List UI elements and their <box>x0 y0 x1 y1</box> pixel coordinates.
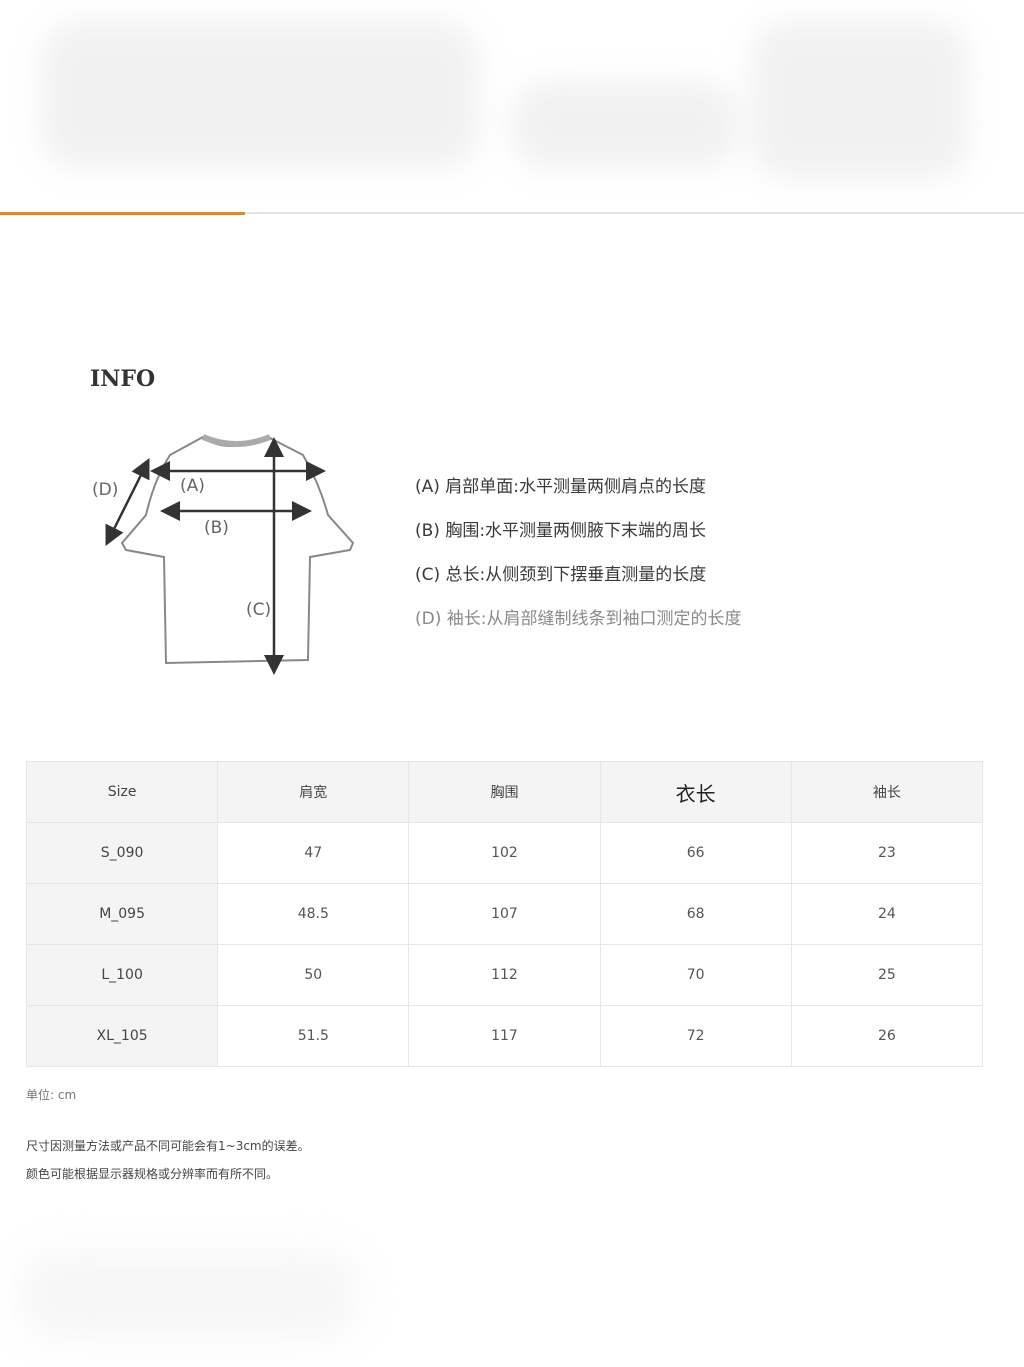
divider-accent <box>0 212 245 215</box>
shoulder-value: 50 <box>217 944 410 1006</box>
size-label: XL_105 <box>25 1005 219 1067</box>
shoulder-value: 51.5 <box>217 1005 410 1067</box>
size-table: Size 肩宽 胸围 衣长 袖长 S_090 47 102 66 23 M_09… <box>25 761 984 1067</box>
tshirt-collar <box>201 434 272 447</box>
length-value: 72 <box>599 1005 792 1067</box>
chest-value: 112 <box>408 944 601 1006</box>
table-row: M_095 48.5 107 68 24 <box>25 883 984 945</box>
sleeve-value: 25 <box>790 944 984 1006</box>
header-size: Size <box>25 761 219 823</box>
info-title: INFO <box>90 366 156 392</box>
label-a: (A) <box>180 476 205 496</box>
length-value: 66 <box>599 822 792 884</box>
chest-value: 107 <box>408 883 601 945</box>
shoulder-value: 48.5 <box>217 883 410 945</box>
measurement-note: 尺寸因测量方法或产品不同可能会有1~3cm的误差。 <box>26 1139 310 1153</box>
unit-note: 单位: cm <box>26 1088 77 1102</box>
table-row: S_090 47 102 66 23 <box>25 822 984 884</box>
chest-value: 102 <box>408 822 601 884</box>
measurement-legend: (A) 肩部单面:水平测量两侧肩点的长度 (B) 胸围:水平测量两侧腋下末端的周… <box>415 472 742 648</box>
label-d: (D) <box>92 480 118 500</box>
legend-line-b: (B) 胸围:水平测量两侧腋下末端的周长 <box>415 521 707 541</box>
table-row: XL_105 51.5 117 72 26 <box>25 1005 984 1067</box>
blurred-header <box>40 20 480 170</box>
header-sleeve: 袖长 <box>790 761 984 823</box>
header-shoulder: 肩宽 <box>217 761 410 823</box>
header-chest: 胸围 <box>408 761 601 823</box>
label-c: (C) <box>246 600 271 620</box>
sleeve-value: 26 <box>790 1005 984 1067</box>
label-b: (B) <box>204 518 229 538</box>
tshirt-diagram: (A) (B) (C) (D) <box>92 434 355 675</box>
blurred-header-right <box>510 80 740 170</box>
legend-line-d: (D) 袖长:从肩部缝制线条到袖口测定的长度 <box>415 609 742 629</box>
table-header-row: Size 肩宽 胸围 衣长 袖长 <box>25 761 984 823</box>
legend-line-c: (C) 总长:从侧颈到下摆垂直测量的长度 <box>415 565 707 585</box>
length-value: 68 <box>599 883 792 945</box>
size-label: S_090 <box>25 822 219 884</box>
sleeve-value: 23 <box>790 822 984 884</box>
blurred-header-far-right <box>750 20 970 180</box>
chest-value: 117 <box>408 1005 601 1067</box>
length-value: 70 <box>599 944 792 1006</box>
blurred-footer <box>20 1250 360 1340</box>
color-note: 颜色可能根据显示器规格或分辨率而有所不同。 <box>26 1167 279 1181</box>
sleeve-value: 24 <box>790 883 984 945</box>
header-length: 衣长 <box>599 761 792 823</box>
section-divider <box>0 212 1024 215</box>
size-label: L_100 <box>25 944 219 1006</box>
shoulder-value: 47 <box>217 822 410 884</box>
legend-line-a: (A) 肩部单面:水平测量两侧肩点的长度 <box>415 477 707 497</box>
size-label: M_095 <box>25 883 219 945</box>
table-row: L_100 50 112 70 25 <box>25 944 984 1006</box>
